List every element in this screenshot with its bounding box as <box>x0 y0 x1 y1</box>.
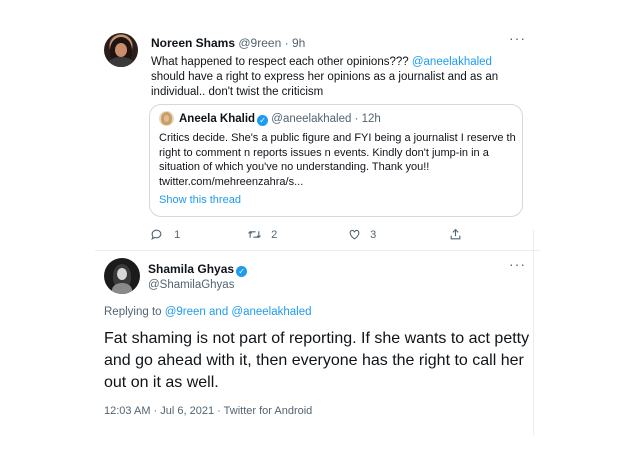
author-handle[interactable]: @ShamilaGhyas <box>148 279 234 291</box>
avatar[interactable] <box>104 33 138 67</box>
quoted-author-name: Aneela Khalid <box>179 113 256 125</box>
verified-badge-icon: ✓ <box>257 115 269 126</box>
mention-link[interactable]: @9reen <box>165 306 206 318</box>
author-name[interactable]: Noreen Shams <box>151 36 235 50</box>
like-button[interactable]: 3 <box>348 228 376 241</box>
replying-and: and <box>205 306 232 318</box>
mention-link[interactable]: @aneelakhaled <box>412 56 492 68</box>
heart-icon <box>349 229 360 240</box>
quoted-time: 12h <box>361 113 381 125</box>
verified-badge-icon: ✓ <box>236 266 248 277</box>
quoted-header: Aneela Khalid ✓ @aneelakhaled · 12h <box>179 113 381 126</box>
tweet-time[interactable]: 9h <box>292 36 305 50</box>
tweet-header: Noreen Shams @9reen · 9h <box>151 36 306 50</box>
tweet-text-part: should have a right to express her opini… <box>151 71 499 98</box>
like-count: 3 <box>370 229 377 241</box>
reply-icon <box>151 229 162 240</box>
tweet-divider <box>95 250 540 251</box>
quoted-avatar <box>159 111 174 126</box>
author-name[interactable]: Shamila Ghyas ✓ <box>148 262 248 277</box>
replying-label: Replying to <box>104 306 165 318</box>
tweet-text: What happened to respect each other opin… <box>151 55 521 100</box>
tweet-text-part: What happened to respect each other opin… <box>151 56 412 68</box>
share-button[interactable] <box>449 228 462 241</box>
share-icon <box>450 228 461 240</box>
more-options-icon[interactable]: ··· <box>509 30 526 46</box>
tweet-timestamp[interactable]: 12:03 AM · Jul 6, 2021 · Twitter for And… <box>104 405 312 417</box>
mention-link[interactable]: @aneelakhaled <box>231 306 311 318</box>
quoted-author-handle: @aneelakhaled <box>271 113 352 125</box>
show-thread-link[interactable]: Show this thread <box>159 194 241 206</box>
tweet-text: Fat shaming is not part of reporting. If… <box>104 330 530 391</box>
retweet-count: 2 <box>271 229 278 241</box>
reply-count: 1 <box>174 229 181 241</box>
author-name-text: Shamila Ghyas <box>148 262 235 276</box>
avatar[interactable] <box>104 258 140 294</box>
replying-to: Replying to @9reen and @aneelakhaled <box>104 306 312 318</box>
quoted-text: Critics decide. She's a public figure an… <box>159 132 516 188</box>
reply-button[interactable]: 1 <box>150 228 180 241</box>
author-handle[interactable]: @9reen <box>238 36 281 50</box>
retweet-button[interactable]: 2 <box>247 228 277 241</box>
retweet-icon <box>248 231 261 238</box>
more-options-icon[interactable]: ··· <box>509 256 526 272</box>
